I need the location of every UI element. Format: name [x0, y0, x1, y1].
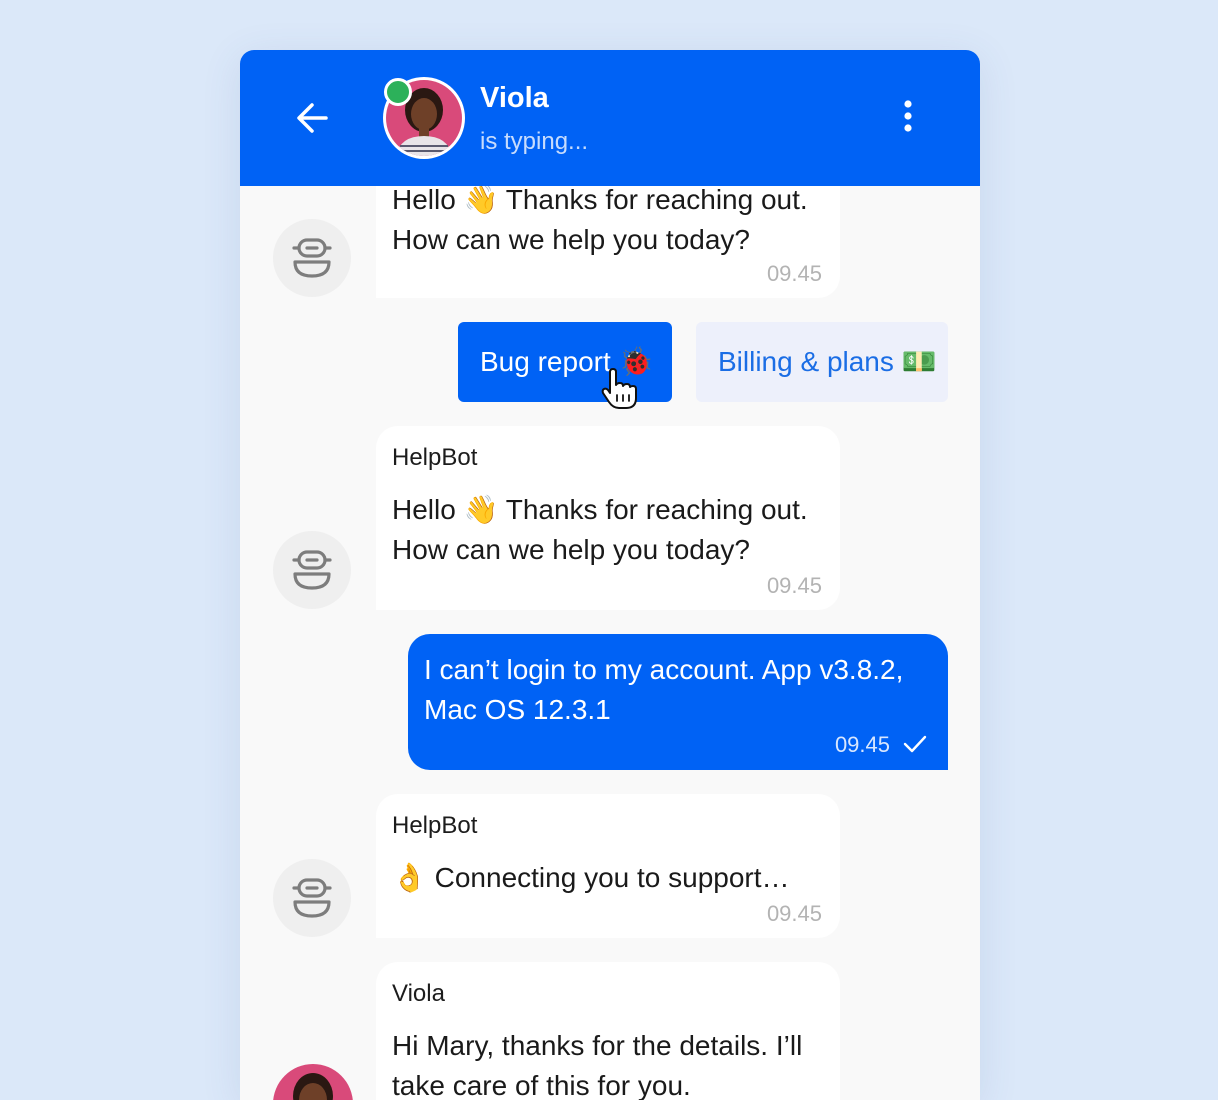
message-text-line: take care of this for you.: [392, 1070, 691, 1100]
bot-avatar: [273, 859, 351, 937]
message-text-line: 👌 Connecting you to support…: [392, 862, 790, 893]
robot-icon: [292, 238, 332, 278]
robot-icon: [292, 550, 332, 590]
back-button[interactable]: [292, 100, 332, 136]
message-time: 09.45: [834, 732, 890, 757]
arrow-left-icon: [297, 103, 328, 133]
message-time: 09.45: [766, 261, 822, 286]
check-icon: [903, 735, 927, 753]
message-bubble: HelpBot 👌 Connecting you to support… 09.…: [376, 794, 840, 938]
message-sender: HelpBot: [392, 812, 478, 839]
chat-header: Viola is typing...: [240, 50, 980, 186]
message-sender: HelpBot: [392, 444, 478, 471]
agent-avatar: [273, 1064, 353, 1100]
billing-plans-button[interactable]: Billing & plans 💵: [696, 322, 948, 402]
message-text-line: Hi Mary, thanks for the details. I’ll: [392, 1030, 803, 1061]
message-text-line: How can we help you today?: [392, 224, 750, 255]
typing-status: is typing...: [480, 128, 589, 155]
message-text-line: I can’t login to my account. App v3.8.2,: [424, 654, 904, 685]
message-time: 09.45: [766, 573, 822, 598]
message-text-line: Mac OS 12.3.1: [424, 694, 611, 725]
robot-icon: [292, 878, 332, 918]
hand-cursor-icon: [601, 368, 637, 409]
message-text-line: Hello 👋 Thanks for reaching out.: [392, 494, 808, 525]
bot-avatar: [273, 219, 351, 297]
more-vertical-icon: [904, 100, 912, 132]
message-bubble: Viola Hi Mary, thanks for the details. I…: [376, 962, 840, 1100]
bot-avatar: [273, 531, 351, 609]
more-options-button[interactable]: [892, 98, 924, 138]
online-status-indicator: [384, 78, 412, 106]
message-text-line: How can we help you today?: [392, 534, 750, 565]
message-sender: Viola: [392, 980, 445, 1007]
user-message-bubble: I can’t login to my account. App v3.8.2,…: [408, 634, 948, 770]
chat-window: Viola is typing... Hello 👋 Thanks for re…: [240, 50, 980, 1100]
message-bubble: HelpBot Hello 👋 Thanks for reaching out.…: [376, 426, 840, 610]
message-time: 09.45: [766, 901, 822, 926]
contact-name: Viola: [480, 82, 549, 114]
message-text-line: Hello 👋 Thanks for reaching out.: [392, 184, 808, 215]
